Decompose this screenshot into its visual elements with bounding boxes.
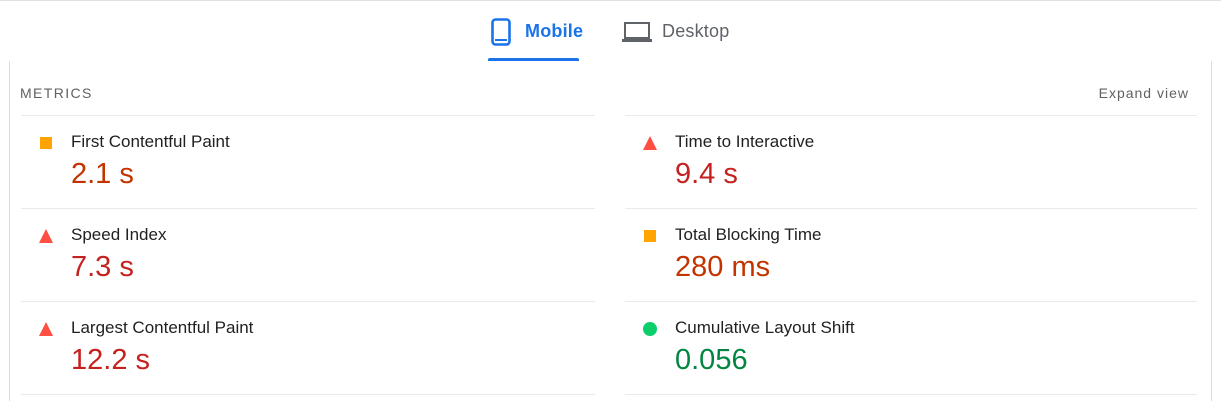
metric-value: 7.3 s <box>71 251 134 283</box>
mobile-phone-icon <box>491 18 511 46</box>
average-square-icon <box>40 137 52 149</box>
fail-triangle-icon <box>643 136 657 150</box>
metric-value: 2.1 s <box>71 158 134 190</box>
metric-name: Speed Index <box>71 225 167 244</box>
pass-circle-icon <box>643 322 657 336</box>
fail-triangle-icon <box>39 229 53 243</box>
metrics-heading: METRICS <box>20 85 93 101</box>
metric-name: First Contentful Paint <box>71 132 230 151</box>
metric-value: 12.2 s <box>71 344 150 376</box>
tab-mobile[interactable]: Mobile <box>488 15 583 61</box>
metric-name: Time to Interactive <box>675 132 815 151</box>
expand-view-toggle[interactable]: Expand view <box>1099 85 1189 101</box>
metric-total-blocking-time: Total Blocking Time 280 ms <box>625 208 1197 301</box>
tab-desktop-label: Desktop <box>662 21 730 41</box>
laptop-icon <box>622 21 652 43</box>
device-tabs: Mobile Desktop <box>0 0 1221 61</box>
metric-name: Total Blocking Time <box>675 225 822 244</box>
tab-mobile-label: Mobile <box>525 21 584 41</box>
fail-triangle-icon <box>39 322 53 336</box>
average-square-icon <box>644 230 656 242</box>
metric-value: 280 ms <box>675 251 771 283</box>
metric-cumulative-layout-shift: Cumulative Layout Shift 0.056 <box>625 301 1197 395</box>
metric-largest-contentful-paint: Largest Contentful Paint 12.2 s <box>21 301 595 395</box>
metric-value: 0.056 <box>675 344 748 376</box>
metrics-column-left: First Contentful Paint 2.1 s Speed Index… <box>21 115 595 395</box>
metric-time-to-interactive: Time to Interactive 9.4 s <box>625 115 1197 208</box>
metric-first-contentful-paint: First Contentful Paint 2.1 s <box>21 115 595 208</box>
metric-value: 9.4 s <box>675 158 738 190</box>
metrics-column-right: Time to Interactive 9.4 s Total Blocking… <box>625 115 1197 395</box>
metric-name: Cumulative Layout Shift <box>675 318 855 337</box>
metrics-panel: METRICS Expand view First Contentful Pai… <box>9 61 1212 401</box>
metric-speed-index: Speed Index 7.3 s <box>21 208 595 301</box>
tab-desktop[interactable]: Desktop <box>622 15 729 61</box>
metric-name: Largest Contentful Paint <box>71 318 254 337</box>
